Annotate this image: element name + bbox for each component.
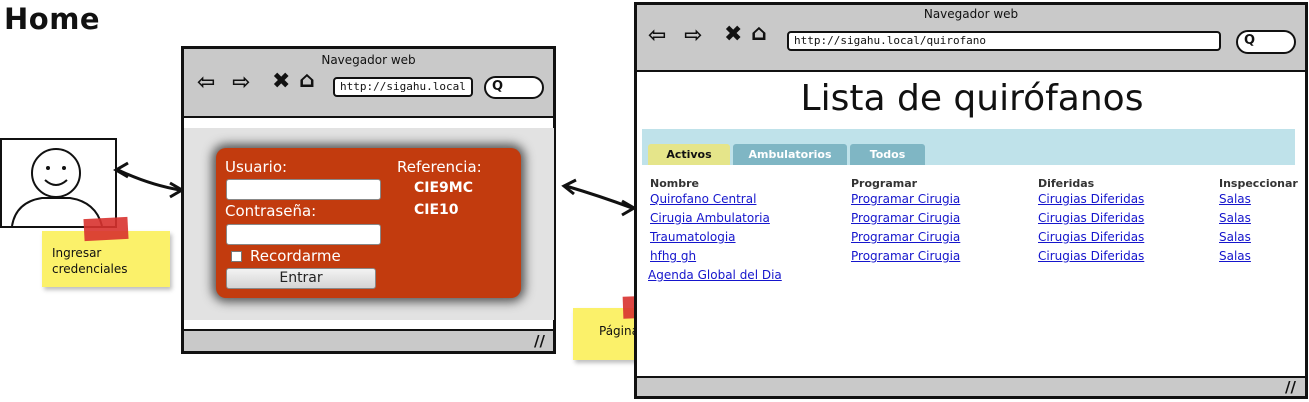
password-input[interactable] — [226, 224, 381, 245]
row-name-link[interactable]: Cirugia Ambulatoria — [650, 211, 770, 225]
forward-arrow-icon[interactable]: ⇨ — [684, 25, 702, 47]
remember-label: Recordarme — [250, 247, 341, 265]
row-name-link[interactable]: Traumatologia — [650, 230, 736, 244]
close-icon[interactable]: ✖ — [724, 24, 742, 46]
row-deferred-link[interactable]: Cirugias Diferidas — [1038, 211, 1144, 225]
row-deferred-link[interactable]: Cirugias Diferidas — [1038, 230, 1144, 244]
user-input[interactable] — [226, 179, 381, 200]
row-name-link[interactable]: Quirofano Central — [650, 192, 756, 206]
forward-arrow-icon[interactable]: ⇨ — [232, 72, 250, 94]
password-label: Contraseña: — [225, 202, 317, 220]
row-deferred-link[interactable]: Cirugias Diferidas — [1038, 192, 1144, 206]
user-label: Usuario: — [225, 158, 288, 176]
row-program-link[interactable]: Programar Cirugia — [851, 230, 960, 244]
remember-checkbox[interactable] — [231, 251, 242, 262]
reference-link-cie9mc[interactable]: CIE9MC — [414, 180, 473, 196]
column-header-inspeccionar: Inspeccionar — [1219, 177, 1298, 190]
back-arrow-icon[interactable]: ⇦ — [197, 72, 215, 94]
reference-label: Referencia: — [397, 158, 482, 176]
row-inspect-link[interactable]: Salas — [1219, 230, 1251, 244]
submit-button[interactable]: Entrar — [226, 268, 376, 289]
login-url-bar[interactable]: http://sigahu.local — [333, 77, 473, 97]
row-program-link[interactable]: Programar Cirugia — [851, 211, 960, 225]
list-window-title: Navegador web — [923, 7, 1019, 21]
reference-link-cie10[interactable]: CIE10 — [414, 202, 459, 218]
row-inspect-link[interactable]: Salas — [1219, 249, 1251, 263]
login-search-box[interactable]: Q — [484, 76, 544, 99]
search-icon: Q — [492, 79, 504, 94]
agenda-global-link[interactable]: Agenda Global del Dia — [648, 268, 782, 282]
login-window-title: Navegador web — [321, 53, 416, 67]
resize-grip-icon[interactable]: // — [534, 332, 545, 350]
row-name-link[interactable]: hfhg gh — [650, 249, 696, 263]
row-program-link[interactable]: Programar Cirugia — [851, 192, 960, 206]
column-header-nombre: Nombre — [650, 177, 699, 190]
back-arrow-icon[interactable]: ⇦ — [648, 25, 666, 47]
resize-grip-icon[interactable]: // — [1285, 378, 1296, 396]
list-search-box[interactable]: Q — [1236, 30, 1296, 54]
page-heading: Lista de quirófanos — [800, 78, 1144, 119]
home-icon[interactable]: ⌂ — [751, 23, 767, 45]
home-icon[interactable]: ⌂ — [299, 70, 315, 92]
row-inspect-link[interactable]: Salas — [1219, 211, 1251, 225]
tab-ambulatorios[interactable]: Ambulatorios — [733, 144, 847, 165]
close-icon[interactable]: ✖ — [272, 71, 290, 93]
tab-todos[interactable]: Todos — [850, 144, 925, 165]
list-url-bar[interactable]: http://sigahu.local/quirofano — [787, 31, 1221, 51]
row-deferred-link[interactable]: Cirugias Diferidas — [1038, 249, 1144, 263]
column-header-programar: Programar — [851, 177, 918, 190]
row-program-link[interactable]: Programar Cirugia — [851, 249, 960, 263]
search-icon: Q — [1244, 33, 1256, 48]
column-header-diferidas: Diferidas — [1038, 177, 1095, 190]
row-inspect-link[interactable]: Salas — [1219, 192, 1251, 206]
tab-activos[interactable]: Activos — [648, 144, 730, 165]
